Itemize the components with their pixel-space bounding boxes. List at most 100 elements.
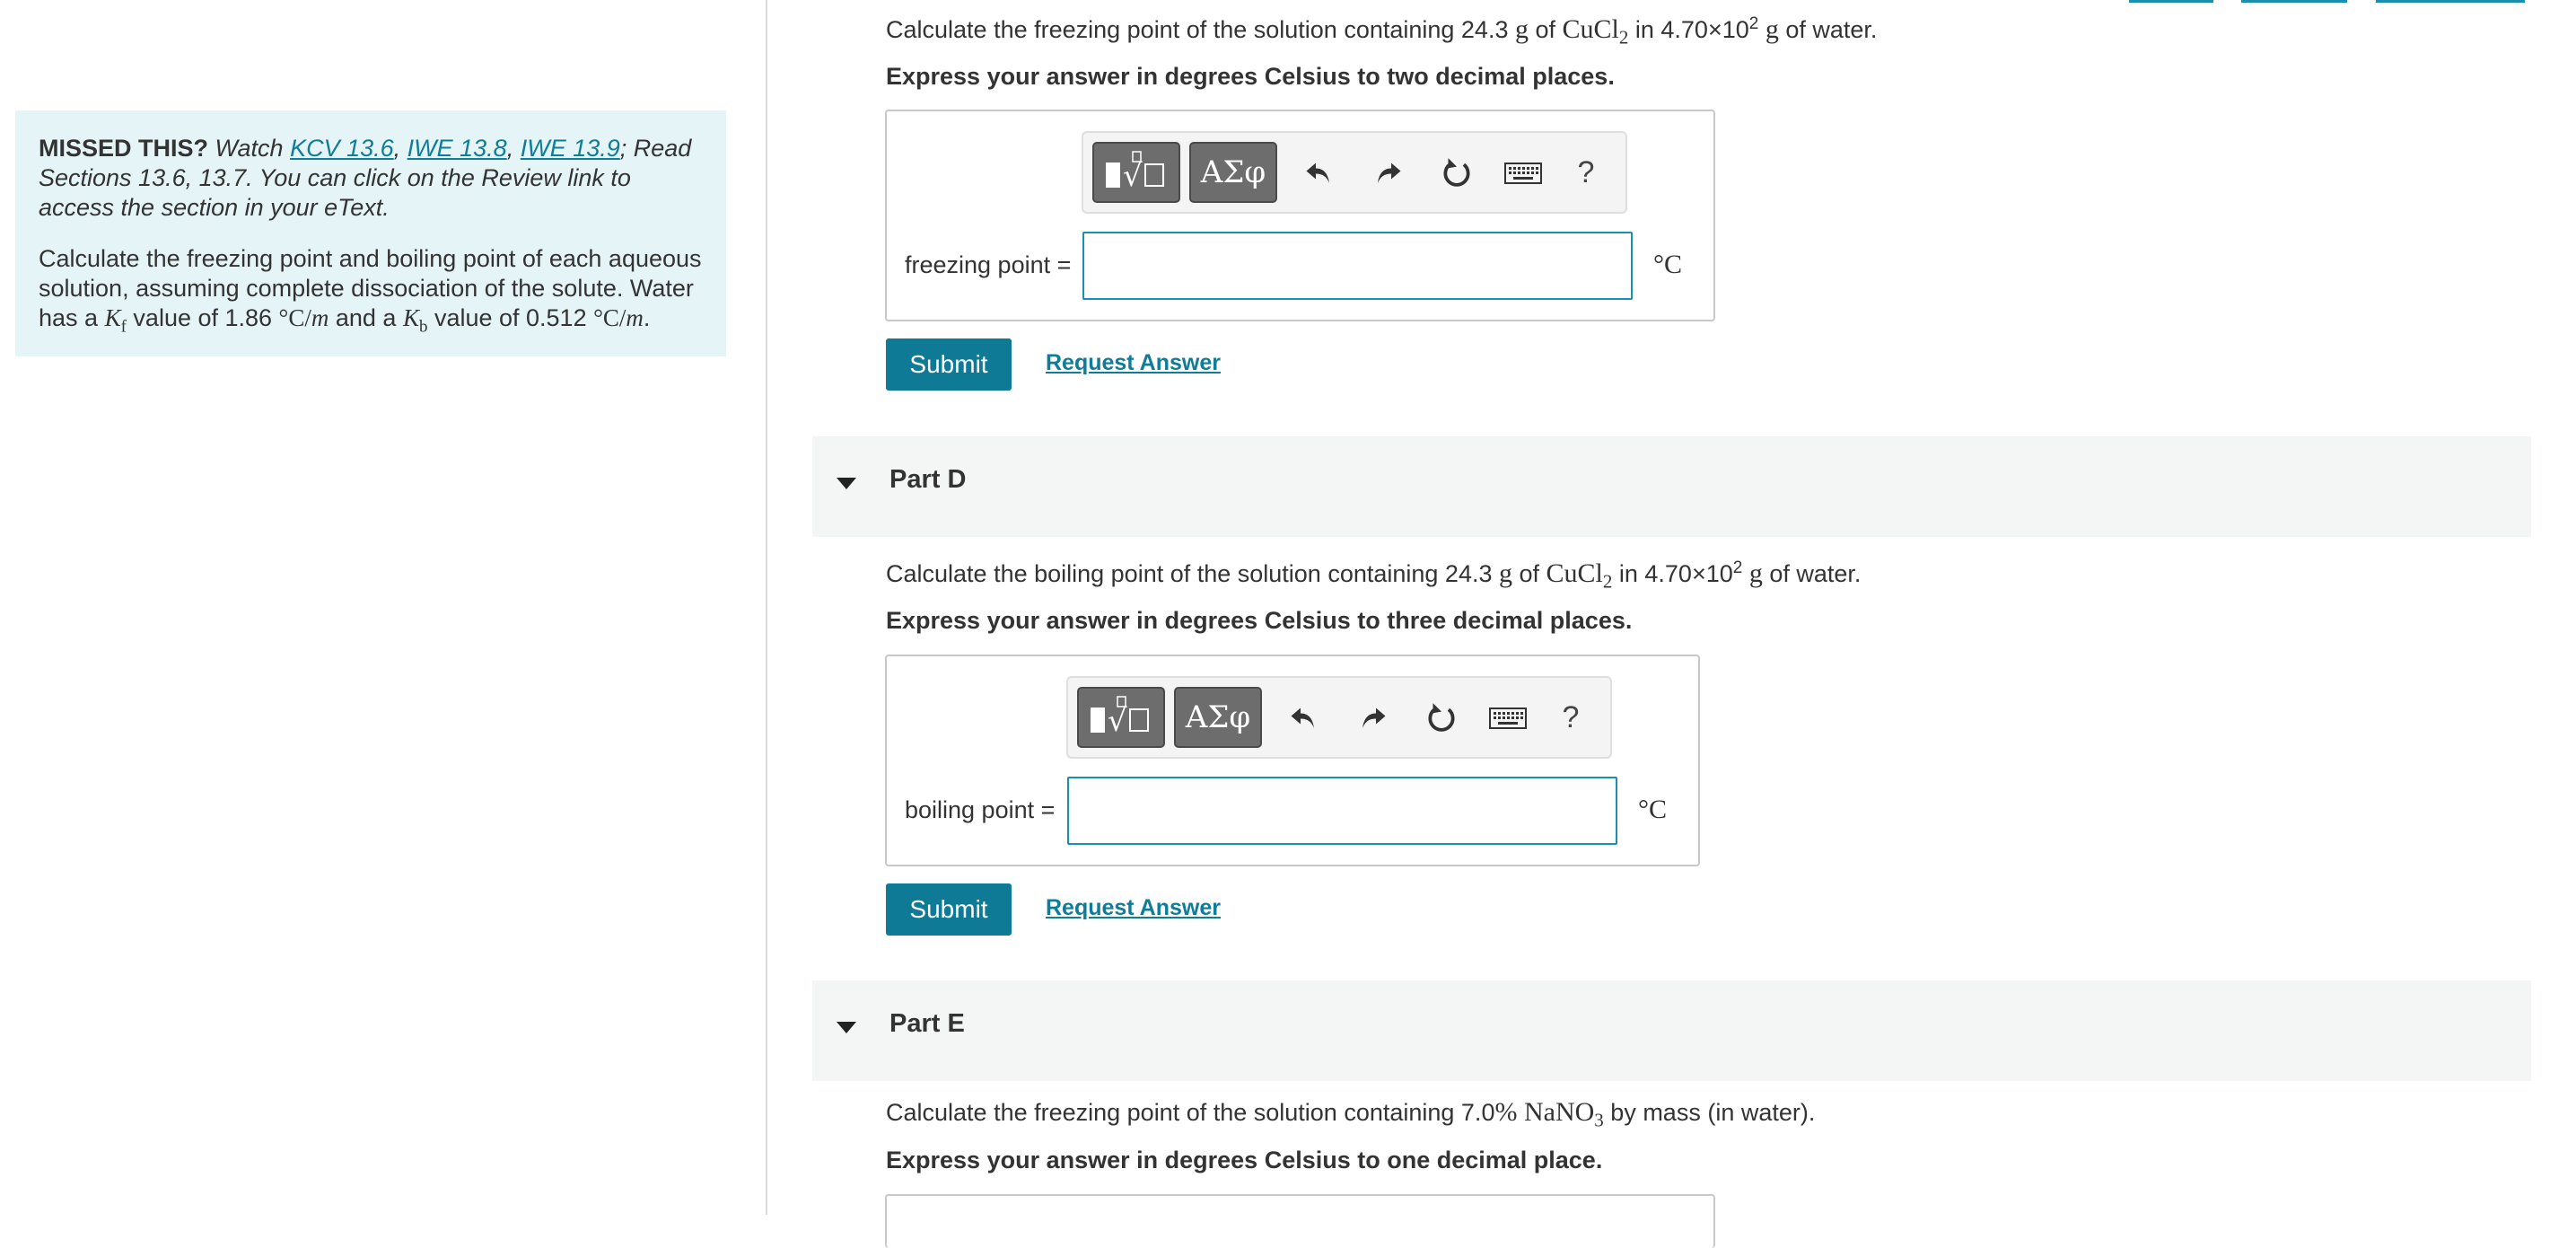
solute-formula: NaNO bbox=[1523, 1097, 1595, 1127]
unit-molal: m bbox=[311, 304, 329, 331]
unit-label: °C bbox=[1638, 795, 1668, 824]
unit-molal: m bbox=[626, 304, 644, 331]
reset-icon bbox=[1428, 703, 1455, 732]
undo-button[interactable] bbox=[1297, 151, 1340, 194]
help-button[interactable]: ? bbox=[1564, 151, 1608, 194]
reset-icon bbox=[1443, 158, 1470, 187]
tab-indicator bbox=[2376, 0, 2525, 3]
part-e-instruction: Express your answer in degrees Celsius t… bbox=[886, 1147, 1603, 1173]
separator: , bbox=[506, 135, 521, 162]
q-text bbox=[1517, 1099, 1524, 1126]
request-answer-link[interactable]: Request Answer bbox=[1046, 895, 1221, 921]
part-d-header[interactable]: Part D bbox=[812, 436, 2531, 537]
link-kcv-13-6[interactable]: KCV 13.6 bbox=[290, 135, 394, 162]
templates-button[interactable]: √ bbox=[1092, 142, 1180, 203]
part-d-question: Calculate the boiling point of the solut… bbox=[886, 558, 1862, 593]
q-text: of water. bbox=[1778, 16, 1878, 43]
problem-intro-panel: MISSED THIS? Watch KCV 13.6, IWE 13.8, I… bbox=[15, 110, 726, 356]
tab-indicator bbox=[2129, 0, 2213, 3]
unit-celsius: °C/ bbox=[278, 304, 311, 331]
kb-value-text: value of 0.512 bbox=[427, 304, 594, 331]
formula-subscript: 3 bbox=[1594, 1109, 1604, 1131]
column-divider bbox=[766, 0, 767, 1215]
formula-subscript: 2 bbox=[1602, 570, 1613, 593]
reset-button[interactable] bbox=[1420, 696, 1463, 739]
part-c-instruction: Express your answer in degrees Celsius t… bbox=[886, 63, 1615, 90]
part-c-question: Calculate the freezing point of the solu… bbox=[886, 14, 1878, 48]
boiling-point-label: boiling point = bbox=[905, 796, 1056, 823]
q-text: in 4.70×10 bbox=[1628, 16, 1749, 43]
missed-this-note: MISSED THIS? Watch KCV 13.6, IWE 13.8, I… bbox=[39, 134, 703, 223]
formula-subscript: 2 bbox=[1618, 26, 1629, 48]
q-text: of bbox=[1528, 16, 1563, 43]
math-toolbar: √ ΑΣφ ? bbox=[1082, 131, 1627, 214]
collapse-caret-icon bbox=[837, 478, 856, 489]
svg-text:√: √ bbox=[1123, 158, 1143, 194]
solute-formula: CuCl bbox=[1562, 14, 1619, 44]
part-d-answer-box: √ ΑΣφ ? boiling point = °C bbox=[885, 655, 1700, 866]
part-e-header[interactable]: Part E bbox=[812, 980, 2531, 1081]
keyboard-icon bbox=[1489, 707, 1527, 729]
unit-grams: g bbox=[1742, 558, 1763, 588]
unit-grams: g bbox=[1498, 558, 1512, 588]
collapse-caret-icon bbox=[837, 1022, 856, 1033]
tab-indicator bbox=[2241, 0, 2347, 3]
unit-label: °C bbox=[1653, 250, 1683, 279]
templates-icon: √ bbox=[1091, 696, 1149, 739]
part-e-question: Calculate the freezing point of the solu… bbox=[886, 1097, 1816, 1131]
and-text: and a bbox=[329, 304, 403, 331]
request-answer-link[interactable]: Request Answer bbox=[1046, 350, 1221, 376]
unit-grams: g bbox=[1514, 14, 1529, 44]
templates-icon: √ bbox=[1106, 151, 1164, 194]
math-toolbar: √ ΑΣφ ? bbox=[1066, 676, 1612, 759]
redo-button[interactable] bbox=[1352, 696, 1395, 739]
submit-button[interactable]: Submit bbox=[886, 883, 1012, 936]
exponent: 2 bbox=[1732, 558, 1743, 577]
keyboard-button[interactable] bbox=[1486, 696, 1529, 739]
templates-button[interactable]: √ bbox=[1077, 687, 1165, 748]
watch-text: Watch bbox=[208, 135, 291, 162]
undo-icon bbox=[1291, 707, 1314, 728]
undo-button[interactable] bbox=[1282, 696, 1325, 739]
q-text: of bbox=[1511, 560, 1546, 587]
keyboard-button[interactable] bbox=[1502, 151, 1545, 194]
submit-button[interactable]: Submit bbox=[886, 338, 1012, 391]
exponent: 2 bbox=[1748, 14, 1759, 33]
problem-intro-text: Calculate the freezing point and boiling… bbox=[39, 244, 703, 335]
redo-icon bbox=[1362, 707, 1386, 728]
q-text: Calculate the freezing point of the solu… bbox=[886, 16, 1515, 43]
kf-value-text: value of 1.86 bbox=[126, 304, 279, 331]
redo-button[interactable] bbox=[1367, 151, 1410, 194]
help-button[interactable]: ? bbox=[1549, 696, 1592, 739]
separator: , bbox=[393, 135, 407, 162]
unit-grams: g bbox=[1758, 14, 1779, 44]
boiling-point-input[interactable] bbox=[1067, 777, 1617, 845]
unit-celsius: °C/ bbox=[593, 304, 626, 331]
solute-formula: CuCl bbox=[1546, 558, 1603, 588]
part-d-title: Part D bbox=[889, 465, 967, 494]
part-e-answer-box bbox=[885, 1194, 1715, 1248]
q-text: Calculate the freezing point of the solu… bbox=[886, 1099, 1495, 1126]
kf-symbol: K bbox=[104, 304, 121, 331]
reset-button[interactable] bbox=[1435, 151, 1478, 194]
missed-label: MISSED THIS? bbox=[39, 135, 209, 162]
undo-icon bbox=[1306, 163, 1329, 183]
link-iwe-13-9[interactable]: IWE 13.9 bbox=[521, 135, 620, 162]
q-text: Calculate the boiling point of the solut… bbox=[886, 560, 1499, 587]
part-c-answer-box: √ ΑΣφ ? freezing point = °C bbox=[885, 110, 1715, 321]
redo-icon bbox=[1378, 163, 1401, 183]
greek-symbols-button[interactable]: ΑΣφ bbox=[1174, 687, 1262, 748]
period: . bbox=[643, 304, 651, 331]
freezing-point-input[interactable] bbox=[1082, 232, 1633, 300]
greek-symbols-button[interactable]: ΑΣφ bbox=[1189, 142, 1277, 203]
q-text: by mass (in water). bbox=[1603, 1099, 1816, 1126]
q-text: in 4.70×10 bbox=[1612, 560, 1733, 587]
q-text: of water. bbox=[1762, 560, 1862, 587]
freezing-point-label: freezing point = bbox=[905, 251, 1072, 278]
part-e-title: Part E bbox=[889, 1009, 965, 1038]
svg-text:√: √ bbox=[1108, 703, 1127, 739]
keyboard-icon bbox=[1504, 163, 1542, 184]
percent-sign: % bbox=[1494, 1097, 1518, 1127]
part-d-instruction: Express your answer in degrees Celsius t… bbox=[886, 607, 1633, 634]
link-iwe-13-8[interactable]: IWE 13.8 bbox=[407, 135, 507, 162]
